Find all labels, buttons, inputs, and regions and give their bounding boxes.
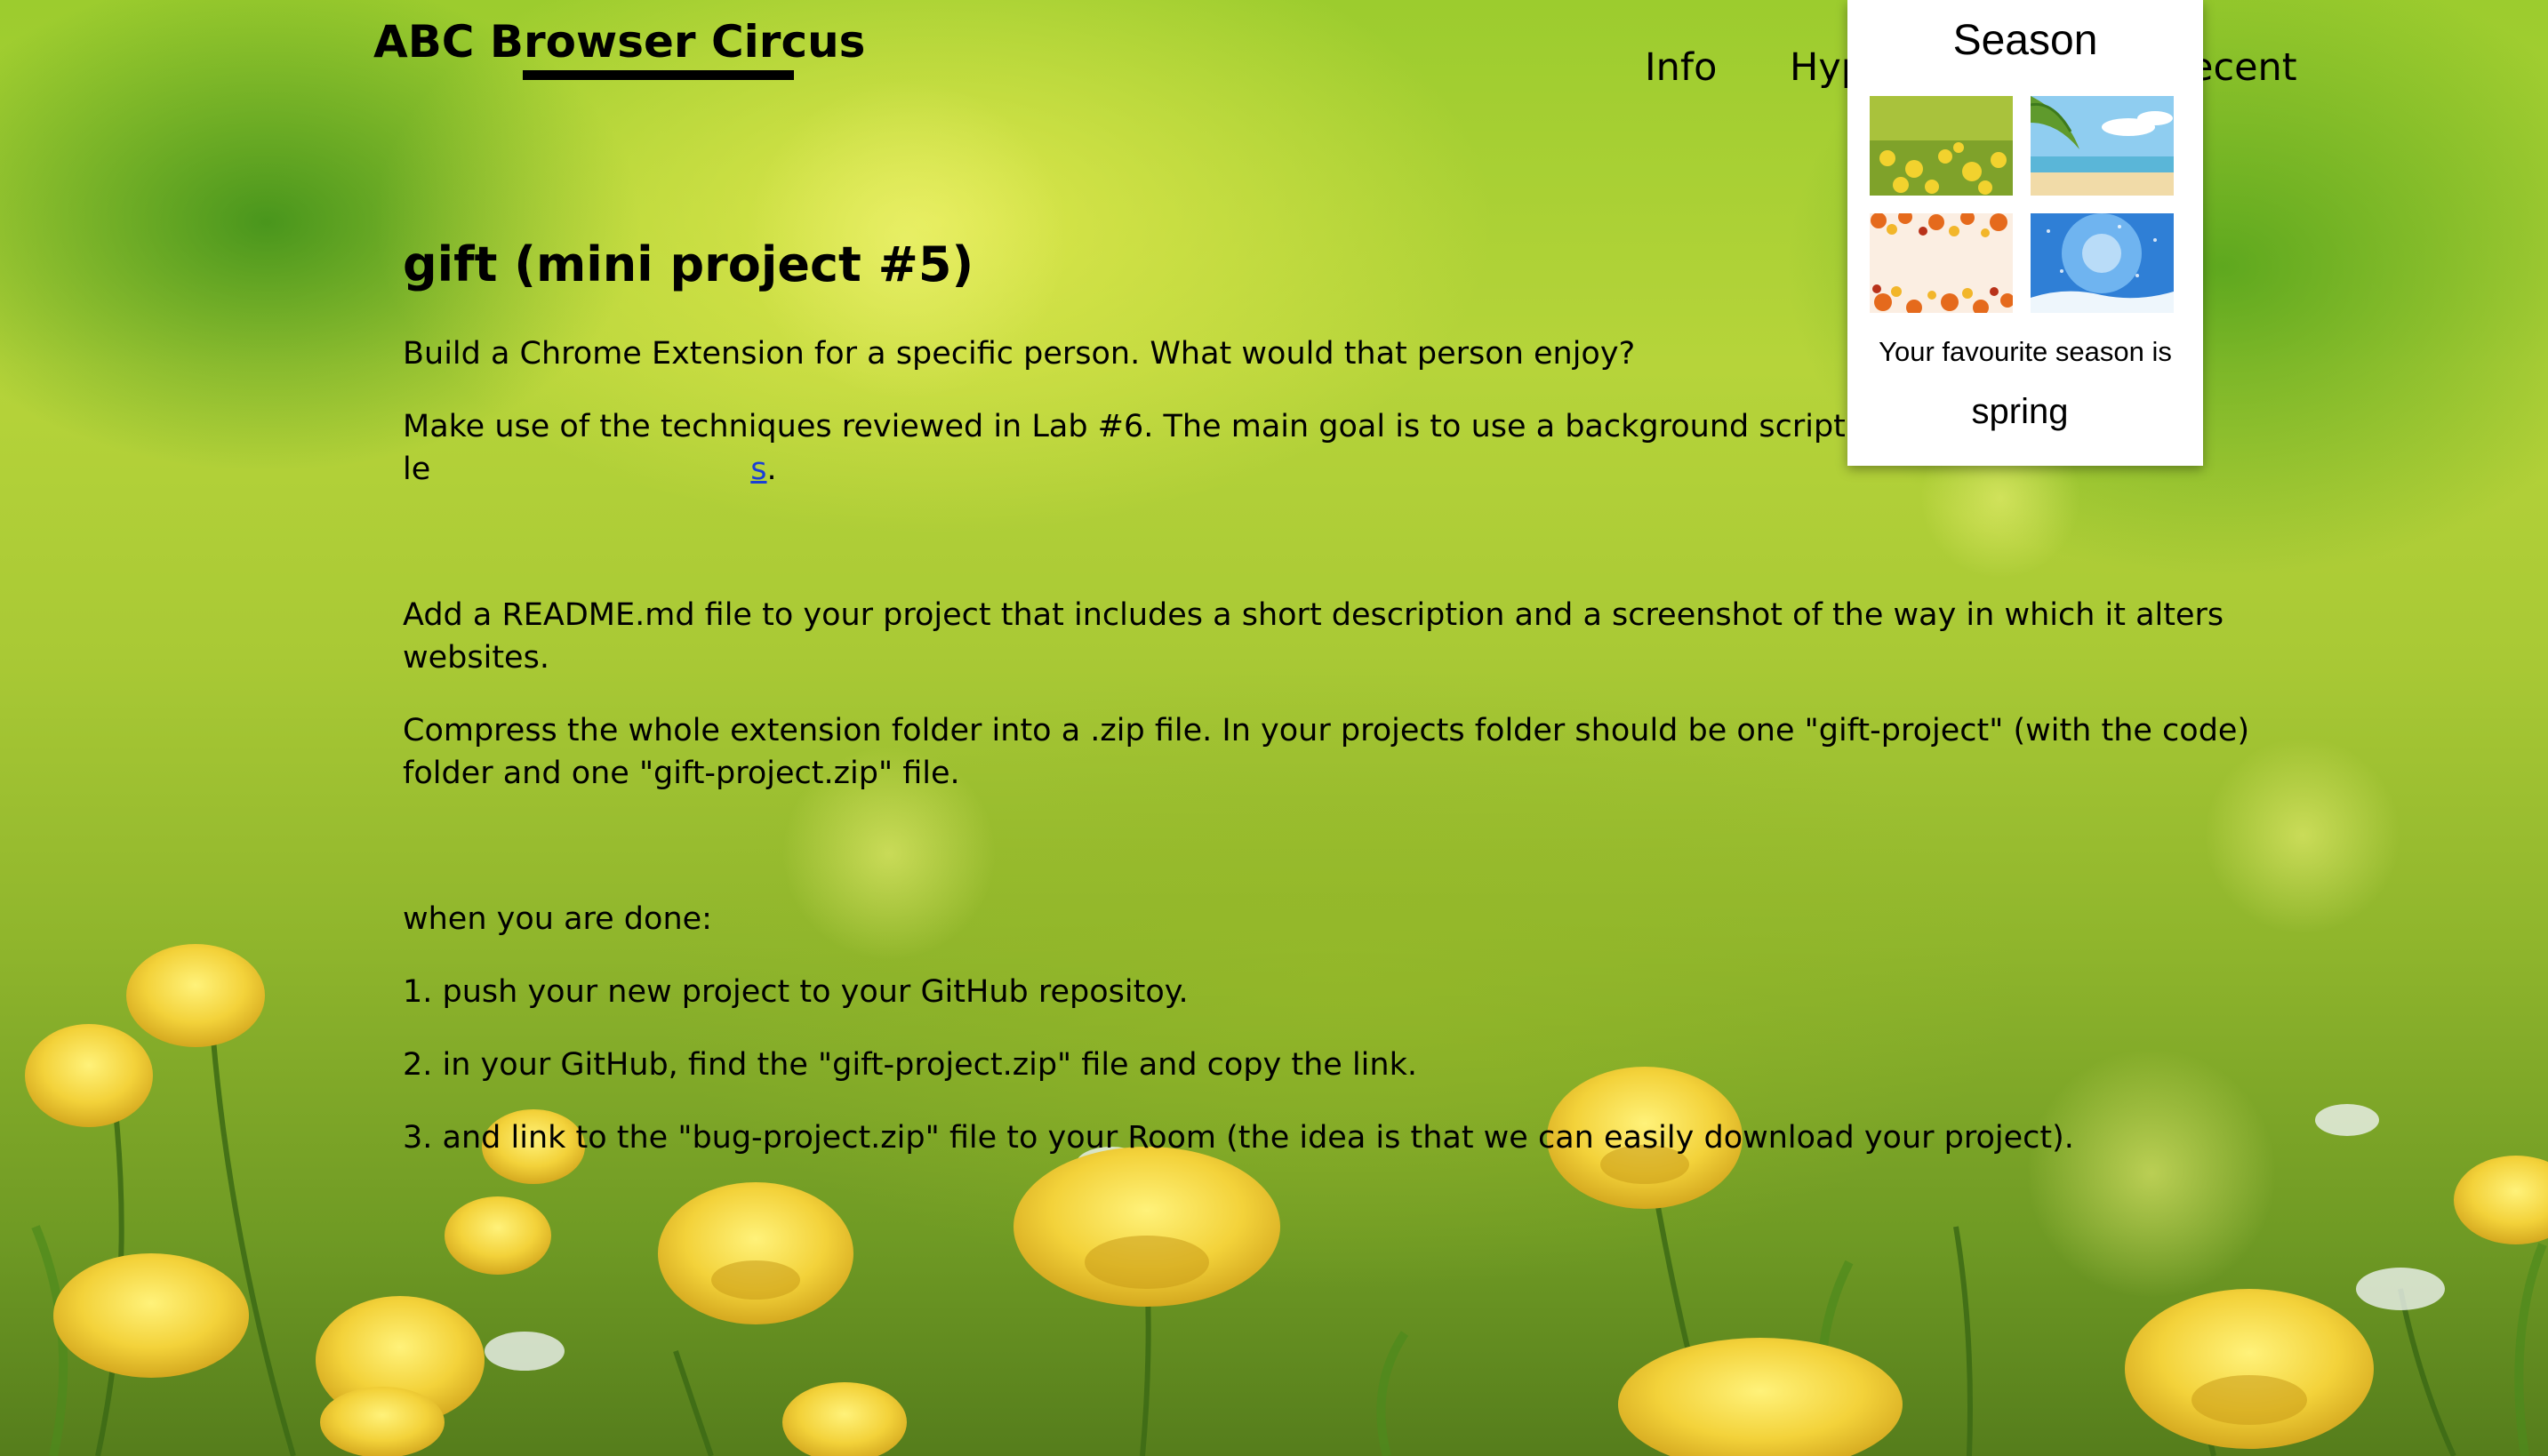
summer-beach-image [2031, 96, 2174, 196]
paragraph-techniques-end: . [766, 452, 777, 487]
paragraph-when-done: when you are done: [403, 901, 712, 937]
favourite-season-value: spring [1971, 392, 2069, 431]
step-2: 2. in your GitHub, find the "gift-projec… [403, 1047, 1417, 1083]
step-1: 1. push your new project to your GitHub … [403, 974, 1189, 1010]
autumn-thumbnail[interactable] [1870, 213, 2013, 313]
season-popup: Season Your favourite season is spring [1847, 0, 2203, 466]
paragraph-compress: Compress the whole extension folder into… [403, 713, 2250, 791]
paragraph-techniques-text: Make use of the techniques reviewed in L… [403, 409, 1956, 487]
site-title[interactable]: ABC Browser Circus [373, 11, 865, 73]
winter-snow-image [2031, 213, 2174, 313]
step-3: 3. and link to the "bug-project.zip" fil… [403, 1120, 2074, 1156]
spring-thumbnail[interactable] [1870, 96, 2013, 196]
popup-title: Season [1952, 17, 2098, 64]
nav-info[interactable]: Info [1645, 41, 1717, 94]
techniques-link[interactable]: s [750, 452, 766, 487]
winter-thumbnail[interactable] [2031, 213, 2174, 313]
autumn-leaves-image [1870, 213, 2013, 313]
popup-caption: Your favourite season is [1879, 336, 2172, 367]
title-underline [523, 70, 794, 80]
nav-recent[interactable]: ecent [2190, 41, 2297, 94]
summer-thumbnail[interactable] [2031, 96, 2174, 196]
spring-flowers-image [1870, 96, 2013, 196]
paragraph-readme: Add a README.md file to your project tha… [403, 597, 2224, 676]
